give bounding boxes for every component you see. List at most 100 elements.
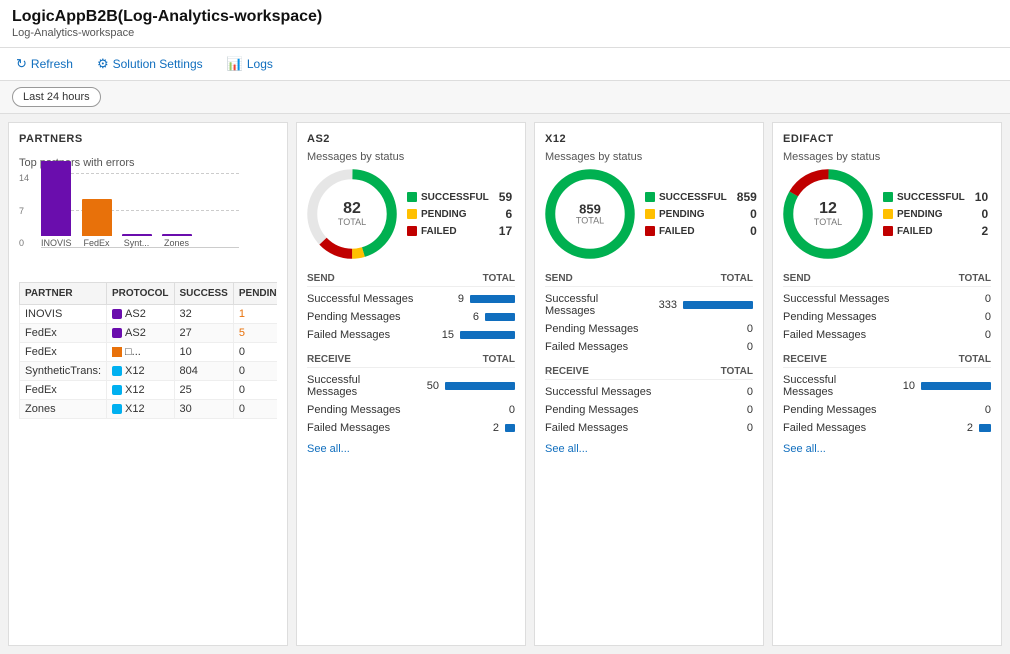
edifact-see-all[interactable]: See all... <box>783 443 991 455</box>
refresh-button[interactable]: ↻ Refresh <box>12 54 77 74</box>
legend-value-successful: 859 <box>731 190 757 204</box>
edifact-panel: EDIFACT Messages by status 12 TOTAL SUCC… <box>772 122 1002 646</box>
as2-see-all[interactable]: See all... <box>307 443 515 455</box>
edifact-receive-section: RECEIVE TOTAL Successful Messages 10 Pen… <box>783 350 991 437</box>
legend-label: FAILED <box>897 226 933 237</box>
x12-receive-row-2: Pending Messages 0 <box>545 401 753 419</box>
table-row: SyntheticTrans: X12 804 0 0 <box>20 361 278 380</box>
as2-receive-section: RECEIVE TOTAL Successful Messages 50 Pen… <box>307 350 515 437</box>
legend-label: PENDING <box>897 209 943 220</box>
toolbar: ↻ Refresh ⚙ Solution Settings 📊 Logs <box>0 48 1010 81</box>
partner-pending: 0 <box>233 399 277 418</box>
table-row: FedEx AS2 27 5 3 <box>20 323 278 342</box>
partner-success: 10 <box>174 342 233 361</box>
x12-receive-total-label: TOTAL <box>721 366 753 377</box>
partner-protocol: X12 <box>107 399 174 418</box>
as2-send-title: SEND <box>307 273 335 284</box>
bar-zones: Zones <box>162 234 192 248</box>
edifact-donut-subtitle: Messages by status <box>783 151 991 163</box>
as2-title: AS2 <box>307 133 515 145</box>
bar-fedex: FedEx <box>82 199 112 248</box>
x12-send-total-label: TOTAL <box>721 273 753 284</box>
legend-label: SUCCESSFUL <box>659 192 727 203</box>
as2-send-row-3: Failed Messages 15 <box>307 326 515 344</box>
x12-donut: 859 TOTAL <box>545 169 635 259</box>
solution-settings-label: Solution Settings <box>113 57 203 71</box>
x12-legend: SUCCESSFUL 859 PENDING 0 FAILED 0 <box>645 190 757 238</box>
app-subtitle: Log-Analytics-workspace <box>12 27 998 39</box>
partner-protocol: X12 <box>107 380 174 399</box>
as2-donut: 82 TOTAL <box>307 169 397 259</box>
bar-inovis: INOVIS <box>41 161 72 248</box>
logs-label: Logs <box>247 57 273 71</box>
edifact-send-total-label: TOTAL <box>959 273 991 284</box>
as2-receive-row-1: Successful Messages 50 <box>307 371 515 401</box>
legend-label: SUCCESSFUL <box>421 192 489 203</box>
edifact-total-number: 12 <box>814 201 842 217</box>
partner-name: SyntheticTrans: <box>20 361 107 380</box>
as2-panel: AS2 Messages by status 82 TOTAL <box>296 122 526 646</box>
y-label-0: 0 <box>19 238 29 248</box>
y-label-7: 7 <box>19 206 29 216</box>
edifact-messages-status: 12 TOTAL SUCCESSFUL 10 PENDING 0 FAILED <box>783 169 991 259</box>
as2-total-label: TOTAL <box>338 217 366 227</box>
legend-value-failed: 17 <box>493 224 512 238</box>
x12-total-number: 859 <box>576 203 604 216</box>
gear-icon: ⚙ <box>97 56 109 72</box>
as2-receive-title: RECEIVE <box>307 354 351 365</box>
edifact-receive-row-3: Failed Messages 2 <box>783 419 991 437</box>
partner-protocol: AS2 <box>107 323 174 342</box>
edifact-send-row-2: Pending Messages 0 <box>783 308 991 326</box>
partner-protocol: X12 <box>107 361 174 380</box>
edifact-legend: SUCCESSFUL 10 PENDING 0 FAILED 2 <box>883 190 988 238</box>
legend-item-successful: SUCCESSFUL 59 <box>407 190 512 204</box>
partners-title: PARTNERS <box>19 133 277 145</box>
partner-name: Zones <box>20 399 107 418</box>
legend-item-failed: FAILED 0 <box>645 224 757 238</box>
legend-value-successful: 10 <box>969 190 988 204</box>
as2-donut-subtitle: Messages by status <box>307 151 515 163</box>
legend-item-pending: PENDING 6 <box>407 207 512 221</box>
x12-see-all[interactable]: See all... <box>545 443 753 455</box>
x12-receive-row-3: Failed Messages 0 <box>545 419 753 437</box>
partner-success: 30 <box>174 399 233 418</box>
table-row: Zones X12 30 0 0 <box>20 399 278 418</box>
partner-pending: 0 <box>233 380 277 399</box>
edifact-send-title: SEND <box>783 273 811 284</box>
x12-send-title: SEND <box>545 273 573 284</box>
partner-name: INOVIS <box>20 304 107 323</box>
legend-value-pending: 0 <box>975 207 988 221</box>
edifact-title: EDIFACT <box>783 133 991 145</box>
x12-donut-subtitle: Messages by status <box>545 151 753 163</box>
time-range-pill[interactable]: Last 24 hours <box>12 87 101 107</box>
partner-name: FedEx <box>20 380 107 399</box>
as2-messages-status: 82 TOTAL SUCCESSFUL 59 PENDING 6 FAILED <box>307 169 515 259</box>
legend-label: FAILED <box>421 226 457 237</box>
th-partner: PARTNER <box>20 283 107 305</box>
as2-legend: SUCCESSFUL 59 PENDING 6 FAILED 17 <box>407 190 512 238</box>
legend-item-successful: SUCCESSFUL 10 <box>883 190 988 204</box>
table-row: FedEx X12 25 0 0 <box>20 380 278 399</box>
edifact-receive-title: RECEIVE <box>783 354 827 365</box>
th-success: SUCCESS <box>174 283 233 305</box>
as2-total-number: 82 <box>338 201 366 217</box>
top-bar: LogicAppB2B(Log-Analytics-workspace) Log… <box>0 0 1010 48</box>
x12-send-row-1: Successful Messages 333 <box>545 290 753 320</box>
solution-settings-button[interactable]: ⚙ Solution Settings <box>93 54 207 74</box>
th-protocol: PROTOCOL <box>107 283 174 305</box>
legend-value-pending: 0 <box>744 207 757 221</box>
refresh-icon: ↻ <box>16 56 27 72</box>
chart-area: Top partners with errors 14 7 0 INOVIS <box>19 157 277 268</box>
table-row: INOVIS AS2 32 1 14 <box>20 304 278 323</box>
y-label-14: 14 <box>19 173 29 183</box>
logs-button[interactable]: 📊 Logs <box>223 54 277 74</box>
partners-panel: PARTNERS Top partners with errors 14 7 0 <box>8 122 288 646</box>
as2-send-section: SEND TOTAL Successful Messages 9 Pending… <box>307 269 515 344</box>
partner-success: 32 <box>174 304 233 323</box>
refresh-label: Refresh <box>31 57 73 71</box>
legend-label: PENDING <box>659 209 705 220</box>
edifact-receive-total-label: TOTAL <box>959 354 991 365</box>
legend-item-failed: FAILED 17 <box>407 224 512 238</box>
legend-value-successful: 59 <box>493 190 512 204</box>
partner-success: 27 <box>174 323 233 342</box>
